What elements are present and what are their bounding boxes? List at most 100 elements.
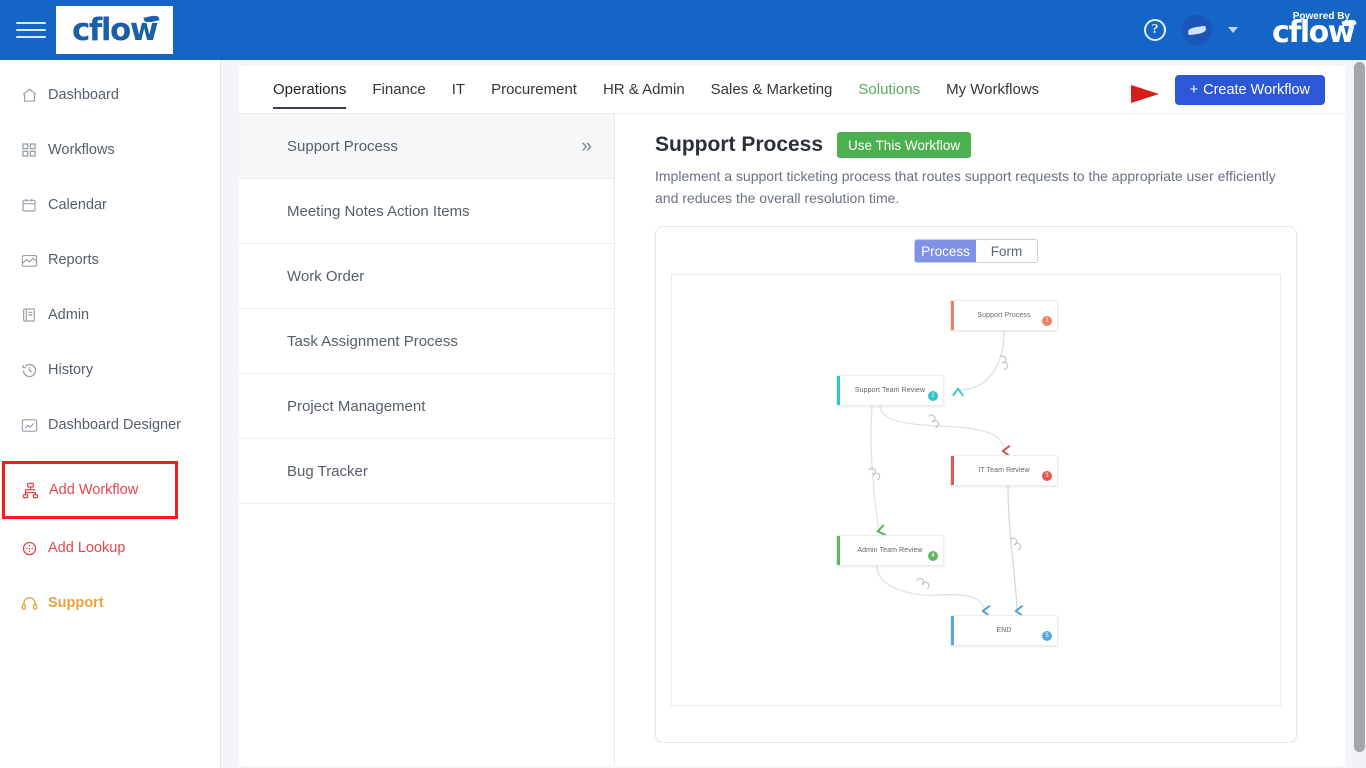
user-avatar[interactable] — [1182, 15, 1213, 45]
diagram-node-end[interactable]: END 5 — [950, 615, 1058, 647]
top-navigation-bar: cflow ? Powered By cflow — [0, 0, 1366, 60]
page-scrollbar[interactable] — [1352, 60, 1366, 768]
tab-procurement[interactable]: Procurement — [491, 66, 577, 114]
workflow-list: Support Process » Meeting Notes Action I… — [239, 114, 615, 766]
workflow-name: Bug Tracker — [287, 462, 368, 480]
sidebar-item-add-lookup[interactable]: Add Lookup — [0, 529, 220, 567]
tab-label: Solutions — [858, 81, 921, 98]
tab-label: Finance — [372, 81, 426, 98]
workflow-name: Meeting Notes Action Items — [287, 202, 470, 220]
main-content-area: Operations Finance IT Procurement HR & A… — [221, 60, 1366, 768]
tab-my-workflows[interactable]: My Workflows — [946, 66, 1039, 114]
cflow-logo-text: cflow — [72, 11, 158, 48]
home-icon — [20, 86, 38, 104]
sidebar-item-label: Workflows — [48, 142, 115, 158]
node-label: Admin Team Review — [857, 547, 923, 555]
history-clock-icon — [20, 361, 38, 379]
node-label: Support Team Review — [854, 387, 926, 395]
use-this-workflow-button[interactable]: Use This Workflow — [837, 132, 972, 158]
sidebar-item-label: Dashboard Designer — [48, 417, 181, 433]
list-item[interactable]: Bug Tracker — [239, 439, 614, 504]
sidebar-item-label: Add Lookup — [48, 540, 126, 556]
tab-process[interactable]: Process — [915, 240, 976, 263]
hamburger-menu-icon[interactable] — [16, 15, 46, 45]
cflow-logo[interactable]: cflow — [56, 6, 173, 54]
workflow-description: Implement a support ticketing process th… — [655, 168, 1276, 206]
add-workflow-highlight-box: Add Workflow — [2, 461, 178, 519]
list-item[interactable]: Task Assignment Process — [239, 309, 614, 374]
grid-icon — [20, 141, 38, 159]
tab-label: Procurement — [491, 81, 577, 98]
page-title: Support Process — [655, 133, 824, 156]
tab-label: My Workflows — [946, 81, 1040, 98]
powered-by-cflow-logo: Powered By cflow — [1272, 12, 1355, 50]
reports-icon — [20, 251, 38, 269]
node-accent-bar — [951, 301, 954, 331]
diagram-node-admin-team-review[interactable]: Admin Team Review 4 — [836, 535, 944, 567]
node-badge: 1 — [1042, 316, 1052, 327]
workflow-name: Task Assignment Process — [287, 332, 458, 350]
workflow-detail-panel: Support Process Use This Workflow Implem… — [615, 114, 1345, 766]
node-badge: 5 — [1042, 631, 1052, 642]
diagram-node-support-team-review[interactable]: Support Team Review 2 — [836, 375, 944, 407]
tab-solutions[interactable]: Solutions — [858, 66, 920, 114]
workflow-name: Work Order — [287, 267, 365, 285]
sidebar-item-label: Reports — [48, 252, 99, 268]
tab-label: IT — [451, 81, 466, 98]
sidebar-item-label: Support — [48, 595, 104, 611]
sidebar-item-workflows[interactable]: Workflows — [0, 131, 220, 169]
node-label: Support Process — [977, 312, 1031, 320]
tab-form[interactable]: Form — [976, 240, 1037, 263]
node-badge: 3 — [1042, 471, 1052, 482]
sidebar-item-label: History — [48, 362, 94, 378]
tab-operations[interactable]: Operations — [273, 66, 347, 114]
headset-icon — [20, 594, 38, 612]
node-accent-bar — [837, 536, 840, 566]
diagram-node-support-process[interactable]: Support Process 1 — [950, 300, 1058, 332]
hamburger-line — [16, 22, 46, 24]
detail-header: Support Process Use This Workflow — [655, 132, 1317, 158]
powered-by-wordmark: cflow — [1272, 15, 1355, 50]
sidebar-item-history[interactable]: History — [0, 351, 220, 389]
list-item[interactable]: Support Process » — [239, 114, 614, 179]
add-lookup-icon — [20, 539, 38, 557]
help-circle-icon[interactable]: ? — [1144, 19, 1167, 41]
sidebar-item-admin[interactable]: Admin — [0, 296, 220, 334]
sidebar-item-calendar[interactable]: Calendar — [0, 186, 220, 224]
node-label: END — [996, 627, 1012, 635]
add-workflow-icon — [21, 481, 39, 499]
plus-icon: + — [1189, 82, 1199, 98]
sidebar-item-add-workflow[interactable]: Add Workflow — [5, 464, 175, 516]
sidebar-item-dashboard-designer[interactable]: Dashboard Designer — [0, 406, 220, 444]
diagram-node-it-team-review[interactable]: IT Team Review 3 — [950, 455, 1058, 487]
chevron-down-icon[interactable] — [1228, 27, 1239, 33]
list-item[interactable]: Work Order — [239, 244, 614, 309]
chevron-double-right-icon[interactable]: » — [581, 137, 592, 156]
scrollbar-thumb[interactable] — [1354, 62, 1365, 752]
create-workflow-button[interactable]: + Create Workflow — [1174, 75, 1325, 105]
calendar-icon — [20, 196, 38, 214]
node-badge: 4 — [928, 551, 938, 562]
sidebar-item-reports[interactable]: Reports — [0, 241, 220, 279]
hamburger-line — [16, 36, 46, 38]
hamburger-line — [16, 29, 46, 31]
tab-finance[interactable]: Finance — [372, 66, 425, 114]
create-workflow-label: Create Workflow — [1203, 82, 1310, 98]
process-form-toggle: Process Form — [914, 239, 1038, 264]
node-accent-bar — [951, 616, 954, 646]
list-item[interactable]: Project Management — [239, 374, 614, 439]
tab-it[interactable]: IT — [452, 66, 465, 114]
sidebar-item-support[interactable]: Support — [0, 584, 220, 622]
workflow-name: Project Management — [287, 397, 426, 415]
list-item[interactable]: Meeting Notes Action Items — [239, 179, 614, 244]
sidebar-item-label: Dashboard — [48, 87, 119, 103]
sidebar-item-dashboard[interactable]: Dashboard — [0, 76, 220, 114]
topbar-right-controls: ? Powered By cflow — [1144, 0, 1366, 60]
content-card: Operations Finance IT Procurement HR & A… — [239, 66, 1345, 766]
node-badge: 2 — [928, 391, 938, 402]
tab-sales-marketing[interactable]: Sales & Marketing — [711, 66, 833, 114]
tab-hr-admin[interactable]: HR & Admin — [603, 66, 685, 114]
category-tab-bar: Operations Finance IT Procurement HR & A… — [239, 66, 1345, 114]
workflow-diagram-canvas[interactable]: Support Process 1 Support Team Review 2 … — [671, 274, 1281, 707]
node-label: IT Team Review — [978, 467, 1030, 475]
